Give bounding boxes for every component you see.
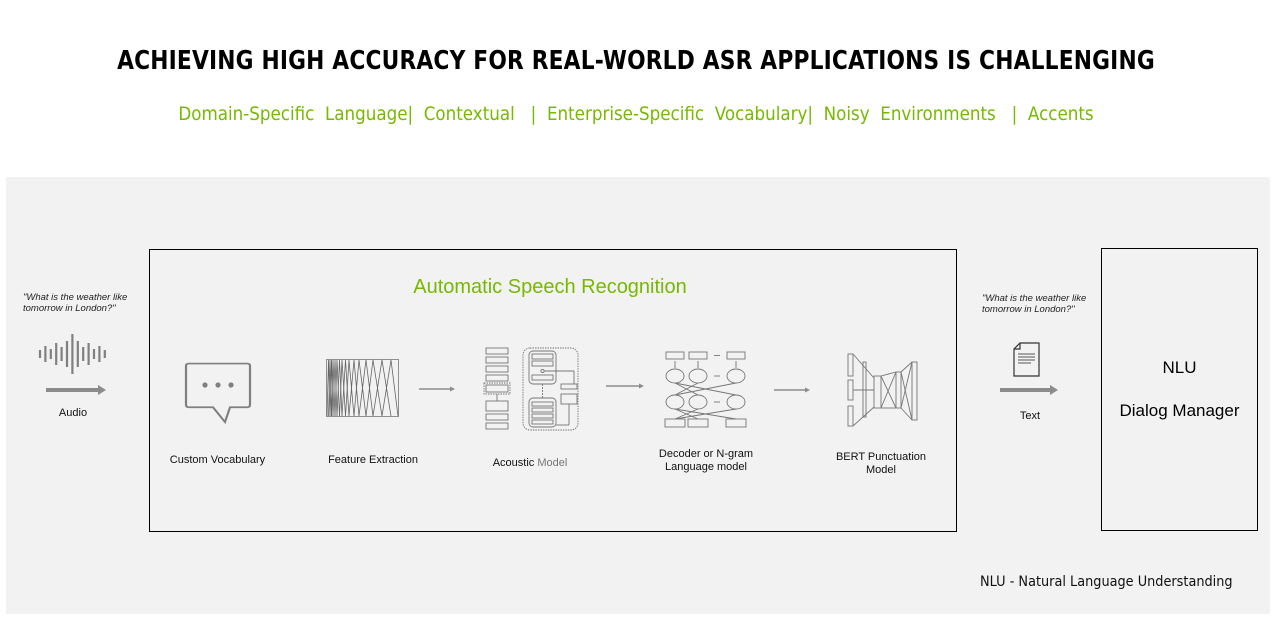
arrow-right-icon (774, 387, 810, 393)
acoustic-model-label: Acoustic Model (480, 457, 580, 470)
bert-punctuation-label-line2: Model (866, 464, 896, 476)
custom-vocabulary-label: Custom Vocabulary (169, 454, 266, 466)
language-model-label: Decoder or N-gram Language model (650, 448, 762, 474)
filterbank-triangle (348, 359, 360, 417)
bert-punctuation-label-line1: BERT Punctuation (835, 451, 927, 463)
audio-label: Audio (58, 407, 88, 419)
asr-title: Automatic Speech Recognition (413, 276, 687, 298)
acoustic-model-label-part2: Model (537, 457, 568, 469)
output-quote-line1: "What is the weather like (982, 293, 1087, 304)
dialog-manager-label: Dialog Manager (1119, 401, 1240, 420)
page-title: ACHIEVING HIGH ACCURACY FOR REAL-WORLD A… (117, 46, 1155, 76)
input-quote: "What is the weather like tomorrow in Lo… (23, 292, 127, 314)
nlu-dialog-manager-box (1101, 248, 1258, 531)
input-quote-line1: "What is the weather like (23, 292, 128, 303)
arrow-right-icon (419, 386, 455, 392)
nlu-label: NLU (1162, 358, 1197, 377)
output-quote: "What is the weather like tomorrow in Lo… (982, 293, 1086, 315)
nlu-footnote: NLU - Natural Language Understanding (980, 574, 1233, 590)
filterbank-triangle (358, 359, 374, 417)
filterbank-triangle (341, 359, 350, 417)
language-model-label-line1: Decoder or N-gram (658, 448, 754, 460)
language-model-label-line2: Language model (665, 461, 747, 473)
text-arrow-icon (1000, 385, 1058, 395)
bert-punctuation-label: BERT Punctuation Model (826, 451, 936, 477)
document-icon (1013, 342, 1040, 377)
audio-waveform-icon (38, 334, 106, 374)
feature-extraction-label: Feature Extraction (328, 454, 418, 466)
language-model-icon (664, 351, 747, 428)
text-label: Text (1019, 410, 1041, 422)
audio-arrow-icon (46, 385, 106, 395)
challenges-subtitle: Domain-Specific Language| Contextual | E… (178, 103, 1094, 125)
bert-network-icon (847, 353, 918, 427)
acoustic-model-label-part1: Acoustic (492, 457, 535, 469)
filterbank-triangle (372, 359, 392, 417)
filterbank-icon (326, 359, 399, 417)
output-quote-line2: tomorrow in London?" (982, 304, 1075, 315)
input-quote-line2: tomorrow in London?" (23, 303, 116, 314)
speech-bubble-icon (184, 362, 252, 425)
arrow-right-icon (606, 383, 644, 389)
acoustic-model-icon (483, 347, 579, 431)
